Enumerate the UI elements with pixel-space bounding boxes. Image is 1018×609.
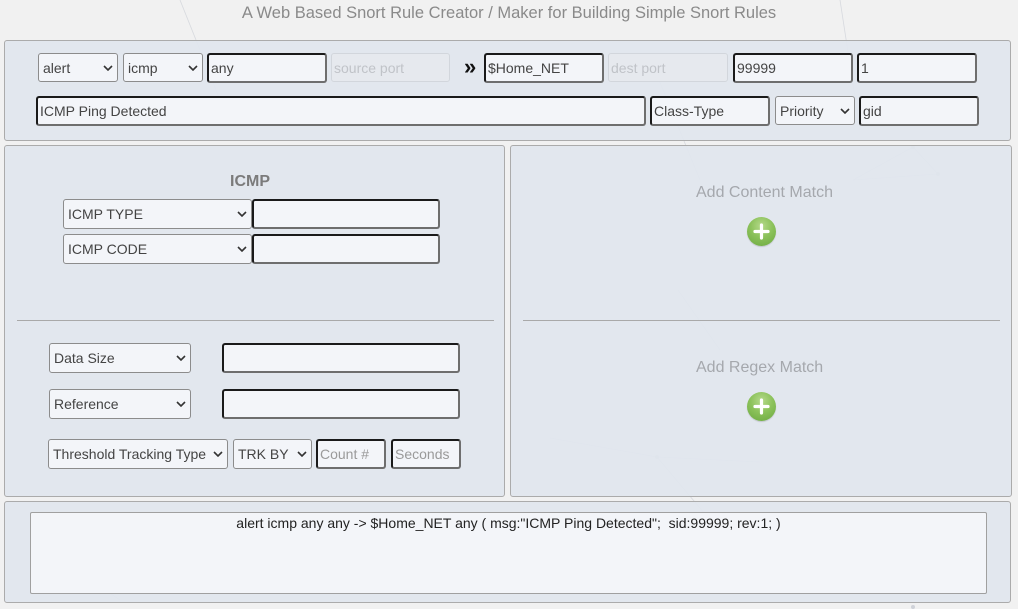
chevron-down-icon bbox=[235, 211, 251, 217]
track-by-select-value: TRK BY bbox=[238, 446, 289, 462]
data-size-select[interactable]: Data Size bbox=[49, 343, 191, 373]
chevron-down-icon bbox=[186, 64, 202, 71]
options-panel: ICMP ICMP TYPE ICMP CODE Data Size Refer… bbox=[4, 145, 505, 497]
message-input[interactable]: ICMP Ping Detected bbox=[36, 96, 646, 126]
count-input[interactable]: Count # bbox=[316, 439, 386, 469]
action-select[interactable]: alert bbox=[38, 53, 118, 82]
chevron-down-icon bbox=[235, 246, 251, 252]
track-by-select[interactable]: TRK BY bbox=[233, 439, 312, 469]
chevron-down-icon bbox=[174, 355, 190, 361]
section-divider bbox=[523, 320, 1000, 321]
direction-arrow-icon: » bbox=[464, 54, 477, 79]
chevron-down-icon bbox=[211, 451, 227, 457]
count-placeholder: Count # bbox=[320, 446, 370, 462]
priority-select[interactable]: Priority bbox=[775, 96, 855, 125]
sid-input[interactable]: 99999 bbox=[733, 53, 853, 83]
rev-input[interactable]: 1 bbox=[857, 53, 977, 83]
rule-output-textarea[interactable]: alert icmp any any -> $Home_NET any ( ms… bbox=[30, 512, 987, 594]
dest-port-placeholder: dest port bbox=[611, 59, 666, 76]
icmp-code-input[interactable] bbox=[252, 234, 440, 264]
action-select-value: alert bbox=[43, 59, 71, 76]
threshold-type-select-value: Threshold Tracking Type bbox=[53, 446, 207, 462]
rule-output-panel: alert icmp any any -> $Home_NET any ( ms… bbox=[4, 501, 1011, 603]
seconds-input[interactable]: Seconds bbox=[391, 439, 461, 469]
sid-value: 99999 bbox=[737, 60, 776, 76]
icmp-heading: ICMP bbox=[230, 173, 270, 190]
seconds-placeholder: Seconds bbox=[395, 446, 450, 462]
content-match-panel: Add Content Match Add Regex Match bbox=[510, 145, 1012, 497]
source-port-placeholder: source port bbox=[334, 59, 405, 76]
dest-ip-value: $Home_NET bbox=[488, 60, 569, 76]
section-divider bbox=[17, 320, 494, 321]
reference-input[interactable] bbox=[222, 389, 460, 419]
add-content-match-button[interactable] bbox=[747, 217, 776, 246]
add-content-match-label: Add Content Match bbox=[696, 184, 833, 201]
page-title: A Web Based Snort Rule Creator / Maker f… bbox=[241, 4, 777, 22]
rule-header-panel: alert icmp any source port » $Home_NET d… bbox=[4, 40, 1011, 141]
rev-value: 1 bbox=[861, 60, 869, 76]
plus-icon bbox=[753, 223, 770, 240]
add-regex-match-label: Add Regex Match bbox=[696, 359, 824, 376]
plus-icon bbox=[753, 398, 770, 415]
icmp-code-select-value: ICMP CODE bbox=[68, 241, 148, 257]
classtype-input[interactable]: Class-Type bbox=[650, 96, 770, 126]
protocol-select-value: icmp bbox=[128, 59, 158, 76]
message-value: ICMP Ping Detected bbox=[40, 103, 167, 119]
gid-input[interactable]: gid bbox=[859, 96, 979, 126]
classtype-placeholder: Class-Type bbox=[654, 103, 725, 119]
chevron-down-icon bbox=[838, 107, 854, 114]
dest-port-input[interactable]: dest port bbox=[608, 53, 728, 82]
protocol-select[interactable]: icmp bbox=[123, 53, 203, 82]
chevron-down-icon bbox=[101, 64, 117, 71]
add-regex-match-button[interactable] bbox=[747, 392, 776, 421]
icmp-type-input[interactable] bbox=[252, 199, 440, 229]
source-port-input[interactable]: source port bbox=[331, 53, 450, 82]
icmp-code-select[interactable]: ICMP CODE bbox=[63, 234, 252, 264]
source-ip-input[interactable]: any bbox=[207, 53, 327, 83]
threshold-type-select[interactable]: Threshold Tracking Type bbox=[48, 439, 228, 469]
icmp-type-select[interactable]: ICMP TYPE bbox=[63, 199, 252, 229]
chevron-down-icon bbox=[295, 451, 311, 457]
dest-ip-input[interactable]: $Home_NET bbox=[484, 53, 604, 83]
reference-select[interactable]: Reference bbox=[49, 389, 191, 419]
priority-select-value: Priority bbox=[780, 102, 824, 119]
chevron-down-icon bbox=[174, 401, 190, 407]
data-size-input[interactable] bbox=[222, 343, 460, 373]
source-ip-value: any bbox=[211, 60, 234, 76]
icmp-type-select-value: ICMP TYPE bbox=[68, 206, 143, 222]
reference-select-value: Reference bbox=[54, 396, 119, 412]
data-size-select-value: Data Size bbox=[54, 350, 115, 366]
gid-placeholder: gid bbox=[863, 103, 882, 119]
